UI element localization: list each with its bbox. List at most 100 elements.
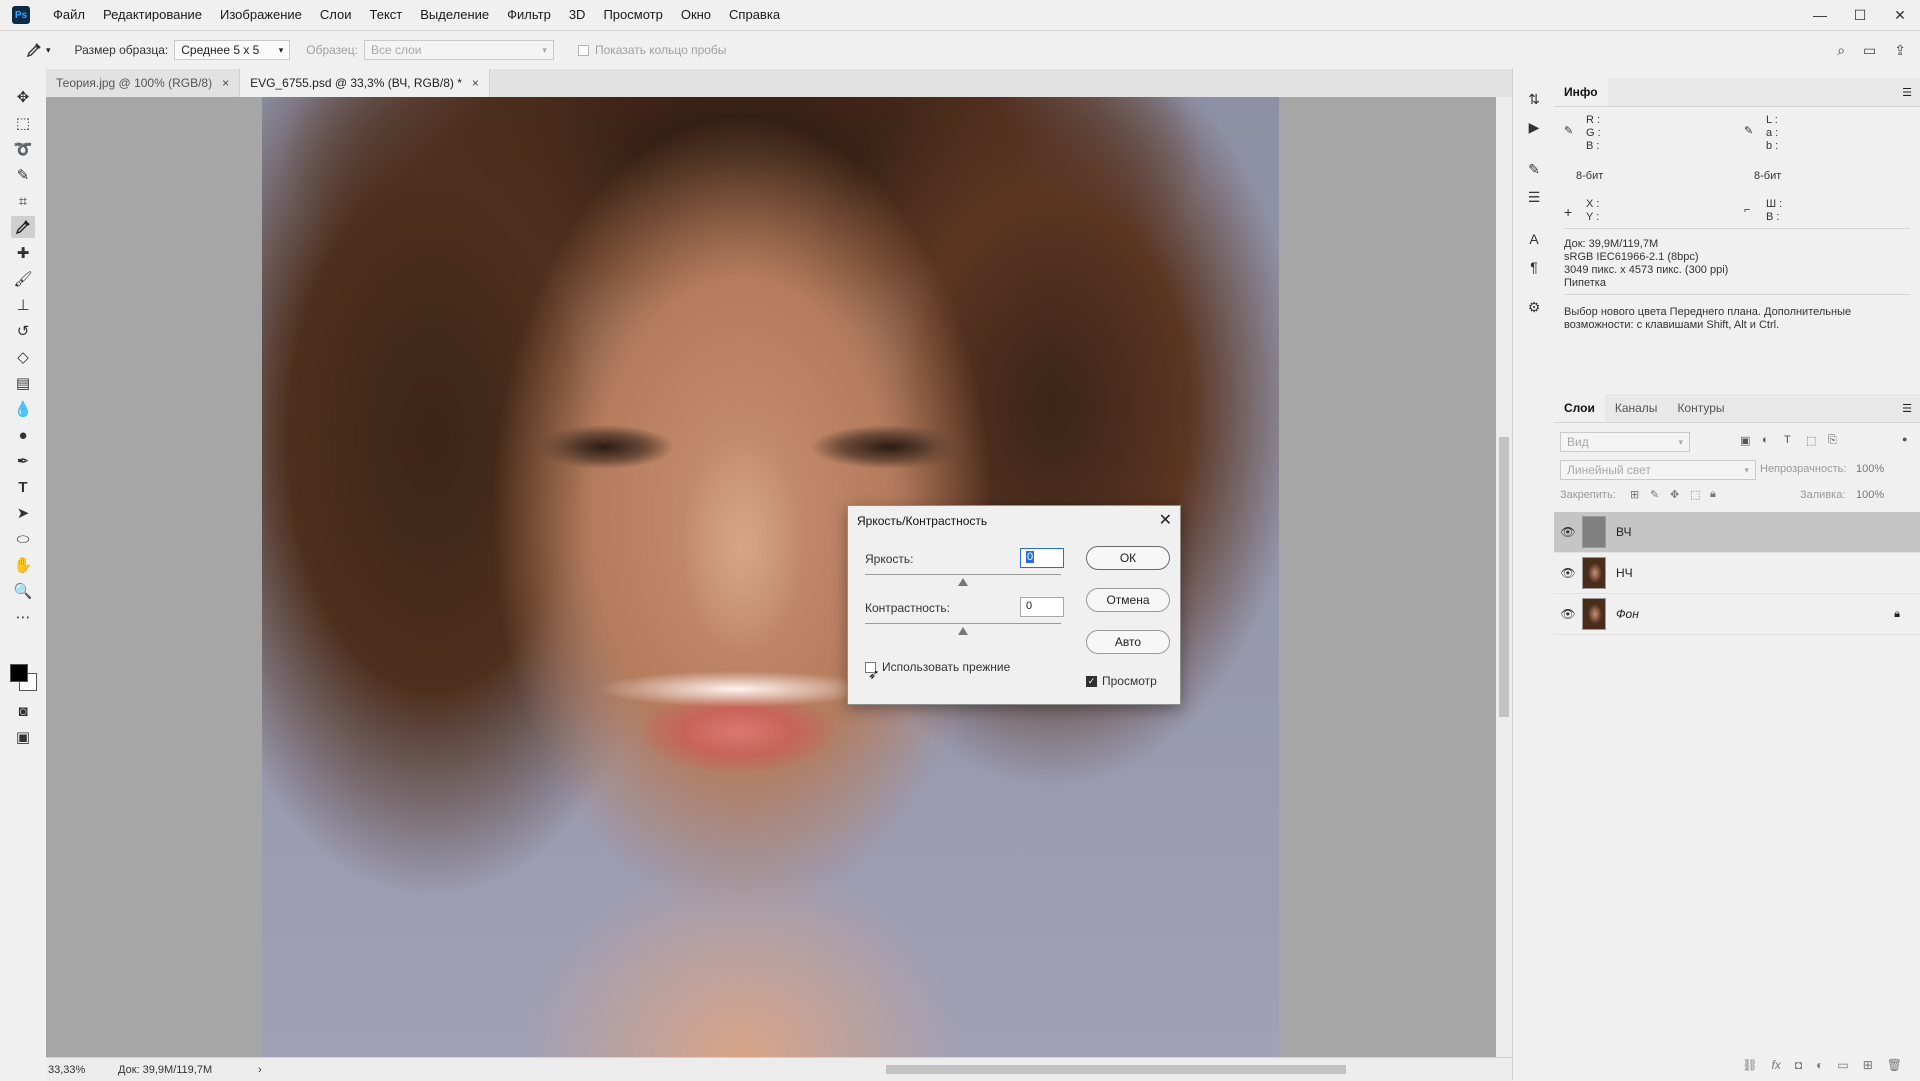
tab-layers[interactable]: Слои xyxy=(1554,394,1605,422)
layer-row-vch[interactable]: 👁︎ ВЧ xyxy=(1554,512,1920,553)
foreground-color-swatch[interactable] xyxy=(10,664,28,682)
menu-edit[interactable]: Редактирование xyxy=(94,0,211,30)
brightness-slider-handle[interactable] xyxy=(958,578,968,586)
search-icon[interactable]: ⌕ xyxy=(1837,42,1845,59)
lock-position-icon[interactable]: ✥ xyxy=(1670,488,1679,501)
filter-shape-icon[interactable]: ⬚ xyxy=(1806,434,1816,447)
healing-brush-icon[interactable]: ✚ xyxy=(11,242,35,264)
rectangular-marquee-icon[interactable]: ⬚ xyxy=(11,112,35,134)
paragraph-panel-icon[interactable]: ¶ xyxy=(1523,256,1545,278)
contrast-slider-handle[interactable] xyxy=(958,627,968,635)
menu-image[interactable]: Изображение xyxy=(211,0,311,30)
menu-view[interactable]: Просмотр xyxy=(594,0,671,30)
document-canvas[interactable] xyxy=(46,97,1496,1057)
type-tool-icon[interactable]: T xyxy=(11,476,35,498)
adjustments-panel-icon[interactable]: ☰ xyxy=(1523,186,1545,208)
menu-select[interactable]: Выделение xyxy=(411,0,498,30)
share-icon[interactable]: ⇪ xyxy=(1894,42,1906,59)
clone-stamp-icon[interactable]: ⊥ xyxy=(11,294,35,316)
opacity-value[interactable]: 100% xyxy=(1856,463,1884,475)
crop-tool-icon[interactable]: ⌗ xyxy=(11,190,35,212)
visibility-eye-icon[interactable]: 👁︎ xyxy=(1554,525,1582,539)
cancel-button[interactable]: Отмена xyxy=(1086,588,1170,612)
menu-filter[interactable]: Фильтр xyxy=(498,0,560,30)
new-group-icon[interactable]: ▭ xyxy=(1837,1058,1848,1072)
sample-size-select[interactable]: Среднее 5 х 5 ▾ xyxy=(174,40,291,60)
delete-layer-icon[interactable]: 🗑︎ xyxy=(1887,1058,1902,1072)
close-icon[interactable]: × xyxy=(222,76,229,90)
filter-type-icon[interactable]: T xyxy=(1784,434,1791,446)
samples-select[interactable]: Все слои ▾ xyxy=(363,40,554,60)
tab-paths[interactable]: Контуры xyxy=(1667,394,1734,422)
character-panel-icon[interactable]: A xyxy=(1523,228,1545,250)
lock-artboard-icon[interactable]: ⬚ xyxy=(1690,488,1700,501)
lasso-tool-icon[interactable]: ➰ xyxy=(11,138,35,160)
eraser-tool-icon[interactable]: ◇ xyxy=(11,346,35,368)
hand-tool-icon[interactable]: ✋ xyxy=(11,554,35,576)
brightness-input[interactable]: 0 xyxy=(1020,548,1064,568)
preview-label[interactable]: Просмотр xyxy=(1102,674,1157,688)
minimize-button[interactable]: — xyxy=(1800,0,1840,30)
visibility-eye-icon[interactable]: 👁︎ xyxy=(1554,566,1582,580)
workspace-icon[interactable]: ▭ xyxy=(1863,42,1876,59)
fx-icon[interactable]: fx xyxy=(1772,1058,1781,1072)
tab-channels[interactable]: Каналы xyxy=(1605,394,1668,422)
tab-info[interactable]: Инфо xyxy=(1554,78,1608,106)
panel-menu-icon[interactable]: ☰ xyxy=(1902,86,1912,99)
layer-filter-select[interactable]: Вид ▾ xyxy=(1560,432,1690,452)
filter-toggle-icon[interactable]: ● xyxy=(1902,434,1907,444)
lock-all-icon[interactable]: 🔒︎ xyxy=(1710,488,1716,501)
maximize-button[interactable]: ☐ xyxy=(1840,0,1880,30)
shape-tool-icon[interactable]: ⬭ xyxy=(11,528,35,550)
menu-3d[interactable]: 3D xyxy=(560,0,595,30)
new-layer-icon[interactable]: ⊞ xyxy=(1863,1058,1873,1072)
lock-transparent-icon[interactable]: ⊞ xyxy=(1630,488,1639,501)
eyedropper-tool-icon[interactable] xyxy=(11,216,35,238)
menu-help[interactable]: Справка xyxy=(720,0,789,30)
use-legacy-label[interactable]: Использовать прежние xyxy=(882,660,1010,674)
filter-pixel-icon[interactable]: ▣ xyxy=(1740,434,1750,447)
menu-file[interactable]: Файл xyxy=(44,0,94,30)
brightness-slider-track[interactable] xyxy=(865,574,1061,575)
filter-adjustment-icon[interactable]: ◐ xyxy=(1762,434,1769,446)
menu-window[interactable]: Окно xyxy=(672,0,720,30)
panel-menu-icon[interactable]: ☰ xyxy=(1902,402,1912,415)
auto-button[interactable]: Авто xyxy=(1086,630,1170,654)
blend-mode-select[interactable]: Линейный свет ▾ xyxy=(1560,460,1756,480)
more-tools-icon[interactable]: ⋯ xyxy=(11,606,35,628)
menu-layer[interactable]: Слои xyxy=(311,0,361,30)
show-sampling-ring-checkbox[interactable] xyxy=(577,44,589,56)
quick-mask-icon[interactable]: ◙ xyxy=(11,700,35,722)
actions-panel-icon[interactable]: ▶ xyxy=(1523,116,1545,138)
close-window-button[interactable]: ✕ xyxy=(1880,0,1920,30)
zoom-tool-icon[interactable]: 🔍 xyxy=(11,580,35,602)
filter-smart-object-icon[interactable]: ⎘ xyxy=(1828,434,1837,447)
dodge-tool-icon[interactable]: ● xyxy=(11,424,35,446)
preview-checkbox[interactable]: ✓ xyxy=(1086,676,1097,687)
screen-mode-icon[interactable]: ▣ xyxy=(11,726,35,748)
ok-button[interactable]: ОК xyxy=(1086,546,1170,570)
zoom-level[interactable]: 33,33% xyxy=(48,1064,118,1076)
horizontal-scrollbar[interactable] xyxy=(276,1058,1496,1081)
close-icon[interactable]: ✕ xyxy=(1159,510,1172,530)
close-icon[interactable]: × xyxy=(472,76,479,90)
link-layers-icon[interactable]: ⛓︎ xyxy=(1742,1058,1757,1072)
tab-document-evg-6755[interactable]: EVG_6755.psd @ 33,3% (ВЧ, RGB/8) * × xyxy=(240,69,490,97)
vertical-scroll-thumb[interactable] xyxy=(1499,437,1509,717)
path-selection-icon[interactable]: ➤ xyxy=(11,502,35,524)
gradient-tool-icon[interactable]: ▤ xyxy=(11,372,35,394)
contrast-input[interactable]: 0 xyxy=(1020,597,1064,617)
eyedropper-tool-preset-icon[interactable] xyxy=(24,42,44,58)
history-panel-icon[interactable]: ⇅ xyxy=(1523,88,1545,110)
tab-document-teoriya[interactable]: Теория.jpg @ 100% (RGB/8) × xyxy=(46,69,241,97)
add-mask-icon[interactable]: ◘ xyxy=(1795,1058,1802,1072)
horizontal-scroll-thumb[interactable] xyxy=(886,1065,1346,1074)
move-tool-icon[interactable]: ✥ xyxy=(11,86,35,108)
brushes-panel-icon[interactable]: ✎ xyxy=(1523,158,1545,180)
layer-row-nch[interactable]: 👁︎ НЧ xyxy=(1554,553,1920,594)
blur-tool-icon[interactable]: 💧 xyxy=(11,398,35,420)
status-menu-arrow[interactable]: › xyxy=(258,1064,278,1076)
contrast-slider-track[interactable] xyxy=(865,623,1061,624)
fill-value[interactable]: 100% xyxy=(1856,489,1884,501)
visibility-eye-icon[interactable]: 👁︎ xyxy=(1554,607,1582,621)
